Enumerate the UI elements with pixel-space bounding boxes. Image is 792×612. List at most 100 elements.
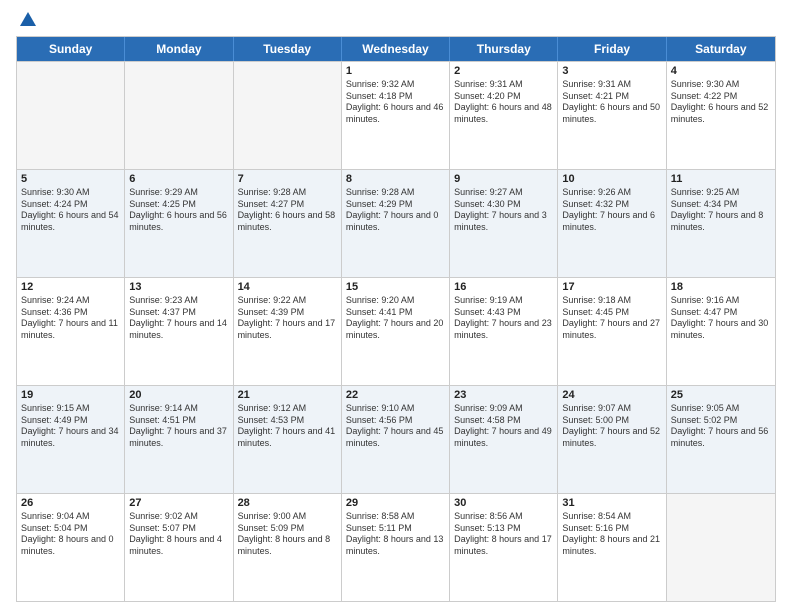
weekday-header: Friday — [558, 37, 666, 61]
sunrise-text: Sunrise: 9:22 AM — [238, 295, 337, 307]
sunset-text: Sunset: 4:25 PM — [129, 199, 228, 211]
calendar-cell: 13Sunrise: 9:23 AMSunset: 4:37 PMDayligh… — [125, 278, 233, 385]
calendar-cell: 12Sunrise: 9:24 AMSunset: 4:36 PMDayligh… — [17, 278, 125, 385]
calendar-cell: 23Sunrise: 9:09 AMSunset: 4:58 PMDayligh… — [450, 386, 558, 493]
sunrise-text: Sunrise: 9:12 AM — [238, 403, 337, 415]
daylight-text: Daylight: 7 hours and 49 minutes. — [454, 426, 553, 449]
sunrise-text: Sunrise: 8:58 AM — [346, 511, 445, 523]
daylight-text: Daylight: 7 hours and 17 minutes. — [238, 318, 337, 341]
sunrise-text: Sunrise: 9:28 AM — [346, 187, 445, 199]
day-number: 27 — [129, 497, 228, 509]
day-number: 7 — [238, 173, 337, 185]
day-number: 31 — [562, 497, 661, 509]
daylight-text: Daylight: 6 hours and 58 minutes. — [238, 210, 337, 233]
sunset-text: Sunset: 4:34 PM — [671, 199, 771, 211]
day-number: 18 — [671, 281, 771, 293]
daylight-text: Daylight: 8 hours and 17 minutes. — [454, 534, 553, 557]
sunrise-text: Sunrise: 9:02 AM — [129, 511, 228, 523]
daylight-text: Daylight: 7 hours and 20 minutes. — [346, 318, 445, 341]
sunrise-text: Sunrise: 9:10 AM — [346, 403, 445, 415]
weekday-header: Sunday — [17, 37, 125, 61]
sunset-text: Sunset: 4:47 PM — [671, 307, 771, 319]
day-number: 25 — [671, 389, 771, 401]
day-number: 29 — [346, 497, 445, 509]
calendar-row: 1Sunrise: 9:32 AMSunset: 4:18 PMDaylight… — [17, 61, 775, 169]
sunrise-text: Sunrise: 8:54 AM — [562, 511, 661, 523]
weekday-header: Tuesday — [234, 37, 342, 61]
calendar-cell: 17Sunrise: 9:18 AMSunset: 4:45 PMDayligh… — [558, 278, 666, 385]
sunset-text: Sunset: 4:22 PM — [671, 91, 771, 103]
sunset-text: Sunset: 4:20 PM — [454, 91, 553, 103]
sunset-text: Sunset: 4:51 PM — [129, 415, 228, 427]
sunrise-text: Sunrise: 9:30 AM — [671, 79, 771, 91]
day-number: 13 — [129, 281, 228, 293]
day-number: 6 — [129, 173, 228, 185]
daylight-text: Daylight: 8 hours and 0 minutes. — [21, 534, 120, 557]
daylight-text: Daylight: 7 hours and 11 minutes. — [21, 318, 120, 341]
sunset-text: Sunset: 4:30 PM — [454, 199, 553, 211]
calendar-cell: 30Sunrise: 8:56 AMSunset: 5:13 PMDayligh… — [450, 494, 558, 601]
sunset-text: Sunset: 4:58 PM — [454, 415, 553, 427]
daylight-text: Daylight: 8 hours and 8 minutes. — [238, 534, 337, 557]
sunrise-text: Sunrise: 9:04 AM — [21, 511, 120, 523]
sunrise-text: Sunrise: 9:24 AM — [21, 295, 120, 307]
calendar-row: 12Sunrise: 9:24 AMSunset: 4:36 PMDayligh… — [17, 277, 775, 385]
calendar-cell: 28Sunrise: 9:00 AMSunset: 5:09 PMDayligh… — [234, 494, 342, 601]
day-number: 23 — [454, 389, 553, 401]
daylight-text: Daylight: 7 hours and 6 minutes. — [562, 210, 661, 233]
sunrise-text: Sunrise: 9:00 AM — [238, 511, 337, 523]
calendar-cell: 2Sunrise: 9:31 AMSunset: 4:20 PMDaylight… — [450, 62, 558, 169]
day-number: 19 — [21, 389, 120, 401]
logo-icon — [18, 8, 38, 28]
calendar-header: SundayMondayTuesdayWednesdayThursdayFrid… — [17, 37, 775, 61]
calendar-cell — [17, 62, 125, 169]
sunrise-text: Sunrise: 9:26 AM — [562, 187, 661, 199]
sunset-text: Sunset: 4:24 PM — [21, 199, 120, 211]
calendar-cell: 16Sunrise: 9:19 AMSunset: 4:43 PMDayligh… — [450, 278, 558, 385]
day-number: 4 — [671, 65, 771, 77]
day-number: 9 — [454, 173, 553, 185]
weekday-header: Thursday — [450, 37, 558, 61]
calendar-cell: 24Sunrise: 9:07 AMSunset: 5:00 PMDayligh… — [558, 386, 666, 493]
calendar-cell: 26Sunrise: 9:04 AMSunset: 5:04 PMDayligh… — [17, 494, 125, 601]
daylight-text: Daylight: 8 hours and 21 minutes. — [562, 534, 661, 557]
sunrise-text: Sunrise: 9:05 AM — [671, 403, 771, 415]
sunset-text: Sunset: 5:00 PM — [562, 415, 661, 427]
sunrise-text: Sunrise: 9:29 AM — [129, 187, 228, 199]
calendar-cell: 31Sunrise: 8:54 AMSunset: 5:16 PMDayligh… — [558, 494, 666, 601]
day-number: 21 — [238, 389, 337, 401]
day-number: 11 — [671, 173, 771, 185]
sunrise-text: Sunrise: 9:30 AM — [21, 187, 120, 199]
sunset-text: Sunset: 5:09 PM — [238, 523, 337, 535]
calendar-cell: 4 Sunrise: 9:30 AMSunset: 4:22 PMDaylight… — [667, 62, 775, 169]
calendar-cell: 29Sunrise: 8:58 AMSunset: 5:11 PMDayligh… — [342, 494, 450, 601]
day-number: 20 — [129, 389, 228, 401]
sunrise-text: Sunrise: 9:16 AM — [671, 295, 771, 307]
sunrise-text: Sunrise: 9:23 AM — [129, 295, 228, 307]
sunset-text: Sunset: 4:39 PM — [238, 307, 337, 319]
sunset-text: Sunset: 4:53 PM — [238, 415, 337, 427]
calendar-cell — [667, 494, 775, 601]
calendar-cell: 8Sunrise: 9:28 AMSunset: 4:29 PMDaylight… — [342, 170, 450, 277]
calendar-cell: 1Sunrise: 9:32 AMSunset: 4:18 PMDaylight… — [342, 62, 450, 169]
sunset-text: Sunset: 5:02 PM — [671, 415, 771, 427]
sunset-text: Sunset: 4:45 PM — [562, 307, 661, 319]
calendar-cell: 25Sunrise: 9:05 AMSunset: 5:02 PMDayligh… — [667, 386, 775, 493]
sunset-text: Sunset: 4:41 PM — [346, 307, 445, 319]
calendar-cell: 19Sunrise: 9:15 AMSunset: 4:49 PMDayligh… — [17, 386, 125, 493]
calendar-cell: 3Sunrise: 9:31 AMSunset: 4:21 PMDaylight… — [558, 62, 666, 169]
day-number: 22 — [346, 389, 445, 401]
day-number: 15 — [346, 281, 445, 293]
daylight-text: Daylight: 7 hours and 41 minutes. — [238, 426, 337, 449]
weekday-header: Saturday — [667, 37, 775, 61]
daylight-text: Daylight: 6 hours and 48 minutes. — [454, 102, 553, 125]
weekday-header: Monday — [125, 37, 233, 61]
daylight-text: Daylight: 6 hours and 52 minutes. — [671, 102, 771, 125]
sunset-text: Sunset: 5:07 PM — [129, 523, 228, 535]
sunset-text: Sunset: 5:11 PM — [346, 523, 445, 535]
sunset-text: Sunset: 4:43 PM — [454, 307, 553, 319]
calendar-cell: 15Sunrise: 9:20 AMSunset: 4:41 PMDayligh… — [342, 278, 450, 385]
calendar-cell: 20Sunrise: 9:14 AMSunset: 4:51 PMDayligh… — [125, 386, 233, 493]
sunrise-text: Sunrise: 9:31 AM — [454, 79, 553, 91]
sunrise-text: Sunrise: 9:14 AM — [129, 403, 228, 415]
